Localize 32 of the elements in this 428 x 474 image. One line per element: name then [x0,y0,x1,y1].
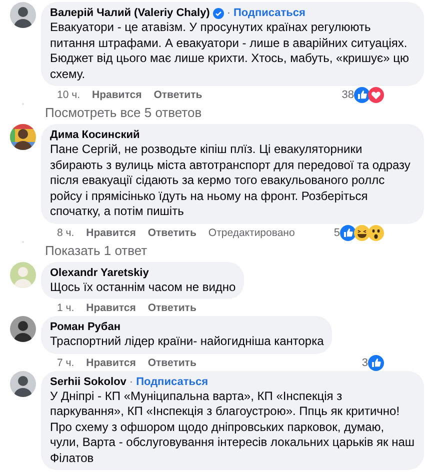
like-link[interactable]: Нравится [86,302,136,314]
author-name[interactable]: Валерій Чалий (Valeriy Chaly) [50,6,210,20]
reaction-count[interactable]: 5 [334,226,340,238]
comment-time[interactable]: 1 ч. [57,302,74,314]
reply-link[interactable]: Ответить [148,356,196,368]
separator-dot: · [129,374,134,388]
subscribe-link[interactable]: Подписаться [234,6,306,20]
edited-label[interactable]: Отредактировано [208,226,295,238]
reply-link[interactable]: Ответить [148,302,196,314]
comment-text: Евакуатори - це атавізм. У просунутих країнах регулюють питання штрафами. А евакуатори - лише в аварійних ситуаціях. Бюджет від цього має лише крихти. Хтось, мабуть, «кришує» цю схему. [50,20,410,82]
comment-time[interactable]: 10 ч. [57,89,80,101]
author-name[interactable]: Роман Рубан [50,320,120,334]
view-replies-link[interactable]: Посмотреть все 5 ответов [45,105,424,124]
comment-text: Щось їх останнім часом не видно [50,280,236,295]
like-link[interactable]: Нравится [92,89,142,101]
comment-text: Пане Сергій, не розводьте кіпіш плїз. Ці евакуляторники збирають з вулиць міста автотранспорт для передової та одразу після евакуації сідають за кермо того евакульованого роллс ройсу і прямісінько їдуть на ньому на фронт. Розберіться спочатку, а потім пишіть [50,142,412,220]
view-replies-link[interactable]: Показать 1 ответ [45,242,424,262]
comment-time[interactable]: 8 ч. [57,226,74,238]
separator-dot: · [226,6,231,20]
reply-link[interactable]: Ответить [154,89,202,101]
like-link[interactable]: Нравится [86,226,136,238]
comment-text: Траспортний лідер країни- найогиднiша канторка [50,334,324,350]
reaction-count[interactable]: 38 [342,89,354,101]
subscribe-link[interactable]: Подписаться [136,374,208,388]
reply-link[interactable]: Ответить [148,226,196,238]
comment-time[interactable]: 7 ч. [57,356,74,368]
author-name[interactable]: Olexandr Yaretskiy [50,266,149,280]
author-name[interactable]: Serhii Sokolov [50,374,126,388]
comment-text: У Дніпрі - КП «Муніципальна варта», КП «Інспекція з паркування», КП «Інспекція з благоустрою». Ппць як критично! Про схему з офшором щодо дніпровських парковок, думаю, чули, Варта - обслуговування інтересів локальних царьків як наш Філатов [50,388,416,466]
reaction-count[interactable]: 3 [362,356,368,368]
author-name[interactable]: Дима Косинский [50,128,140,142]
like-link[interactable]: Нравится [86,356,136,368]
